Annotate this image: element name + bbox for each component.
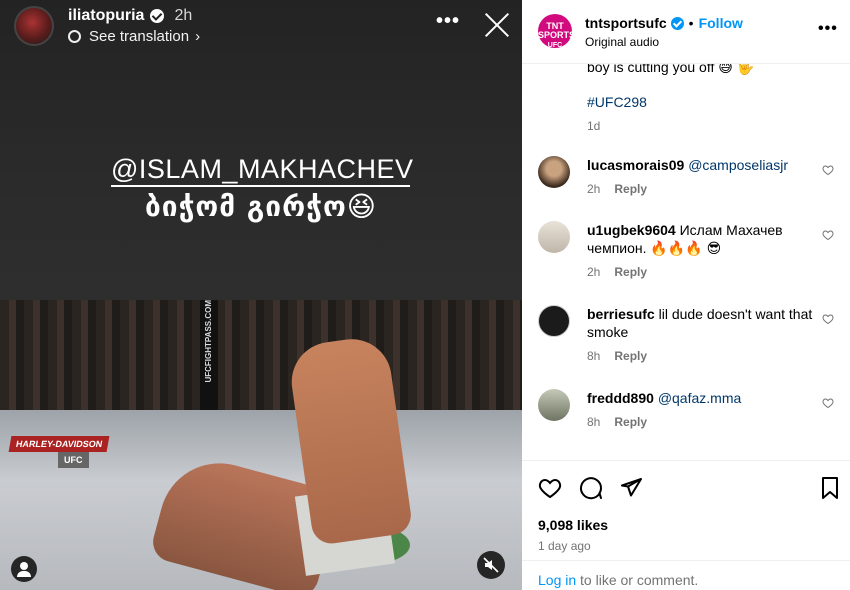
- reply-button[interactable]: Reply: [614, 349, 647, 363]
- reply-button[interactable]: Reply: [614, 265, 647, 279]
- story-user-row: iliatopuria 2h: [68, 7, 200, 25]
- mention-underline: [111, 185, 410, 187]
- like-comment-heart-icon[interactable]: [822, 397, 834, 409]
- commenter-avatar[interactable]: [538, 389, 570, 421]
- post-username[interactable]: tntsportsufc: [585, 15, 667, 31]
- post-author-row: tntsportsufc • Follow: [585, 15, 743, 31]
- hashtag-link[interactable]: #UFC298: [587, 94, 647, 110]
- comment-time: 2h: [587, 265, 601, 279]
- post-sidebar: TNT SPORTS UFC tntsportsufc • Follow Origi…: [522, 0, 850, 590]
- comment-time: 8h: [587, 349, 601, 363]
- comment-meta: 2h Reply: [587, 265, 647, 279]
- comment-text: lucasmorais09 @camposeliasjr: [587, 156, 827, 174]
- reply-button[interactable]: Reply: [614, 415, 647, 429]
- likes-count[interactable]: 9,098 likes: [538, 517, 608, 533]
- reply-button[interactable]: Reply: [614, 182, 647, 196]
- mute-audio-icon[interactable]: [477, 551, 505, 579]
- comment-username[interactable]: berriesufc: [587, 306, 655, 322]
- comment-meta: 2h Reply: [587, 182, 647, 196]
- comment-meta: 8h Reply: [587, 349, 647, 363]
- story-avatar[interactable]: [14, 6, 54, 46]
- comment-text: u1ugbek9604 Ислам Махачев чемпион. 🔥🔥🔥 😎: [587, 221, 827, 257]
- sponsor-banner: HARLEY-DAVIDSON: [8, 436, 110, 452]
- comment-text: freddd890 @qafaz.mma: [587, 389, 827, 407]
- comments-list[interactable]: boy is cutting you off 😅 🤟 #UFC298 1d lu…: [522, 64, 850, 460]
- comment-mention[interactable]: @camposeliasjr: [688, 157, 788, 173]
- see-translation-label: See translation: [89, 28, 190, 45]
- profile-tags-icon[interactable]: [11, 556, 37, 582]
- original-audio-link[interactable]: Original audio: [585, 35, 659, 49]
- story-mention[interactable]: @ISLAM_MAKHACHEV: [111, 154, 413, 185]
- comment-meta: 8h Reply: [587, 415, 647, 429]
- follow-button[interactable]: Follow: [699, 15, 743, 31]
- separator-dot: •: [688, 15, 694, 31]
- comment-username[interactable]: lucasmorais09: [587, 157, 684, 173]
- like-heart-icon[interactable]: [538, 476, 562, 500]
- story-header: iliatopuria 2h See translation ›: [14, 6, 200, 46]
- commenter-avatar[interactable]: [538, 156, 570, 188]
- save-bookmark-icon[interactable]: [818, 476, 842, 500]
- post-actions: 9,098 likes 1 day ago: [522, 460, 850, 558]
- instagram-post-view: iliatopuria 2h See translation › ••• @IS…: [0, 0, 850, 590]
- share-paper-plane-icon[interactable]: [619, 476, 643, 500]
- close-icon[interactable]: [482, 10, 512, 40]
- story-caption: ბიჭომ გირჭო😆: [145, 190, 377, 223]
- crowd-background: [0, 300, 522, 410]
- cage-post: UFCFIGHTPASS.COM: [200, 300, 218, 410]
- tnt-sports-avatar[interactable]: TNT SPORTS UFC: [538, 14, 575, 49]
- caption-age: 1d: [587, 119, 601, 133]
- translate-bubble-icon: [68, 30, 81, 43]
- comment-text: berriesufc lil dude doesn't want that sm…: [587, 305, 827, 341]
- ufc-floor-logo: UFC: [58, 452, 89, 468]
- login-link[interactable]: Log in: [538, 572, 576, 588]
- post-header: TNT SPORTS UFC tntsportsufc • Follow Origi…: [522, 0, 850, 64]
- see-translation-link[interactable]: See translation ›: [68, 28, 200, 45]
- comment-time: 8h: [587, 415, 601, 429]
- fight-video-frame: UFCFIGHTPASS.COM HARLEY-DAVIDSON UFC: [0, 300, 522, 590]
- login-prompt-text: to like or comment.: [576, 572, 699, 588]
- verified-badge-icon: [150, 9, 165, 23]
- story-video-player[interactable]: iliatopuria 2h See translation › ••• @IS…: [0, 0, 522, 590]
- story-username[interactable]: iliatopuria: [68, 7, 144, 25]
- comment-username[interactable]: u1ugbek9604: [587, 222, 676, 238]
- story-time: 2h: [174, 7, 193, 24]
- comment-bubble-icon[interactable]: [579, 476, 603, 500]
- verified-badge-icon: [670, 16, 684, 30]
- comment-username[interactable]: freddd890: [587, 390, 654, 406]
- like-comment-heart-icon[interactable]: [822, 313, 834, 325]
- more-options-icon[interactable]: •••: [818, 20, 838, 38]
- commenter-avatar[interactable]: [538, 305, 570, 337]
- like-comment-heart-icon[interactable]: [822, 164, 834, 176]
- story-meta: iliatopuria 2h See translation ›: [68, 7, 200, 45]
- chevron-right-icon: ›: [195, 28, 201, 45]
- post-age: 1 day ago: [538, 539, 591, 553]
- more-options-icon[interactable]: •••: [436, 10, 460, 33]
- comment-mention[interactable]: @qafaz.mma: [658, 390, 741, 406]
- login-prompt: Log in to like or comment.: [522, 560, 850, 590]
- comment-time: 2h: [587, 182, 601, 196]
- caption-tail: boy is cutting you off 😅 🤟: [587, 64, 755, 75]
- commenter-avatar[interactable]: [538, 221, 570, 253]
- like-comment-heart-icon[interactable]: [822, 229, 834, 241]
